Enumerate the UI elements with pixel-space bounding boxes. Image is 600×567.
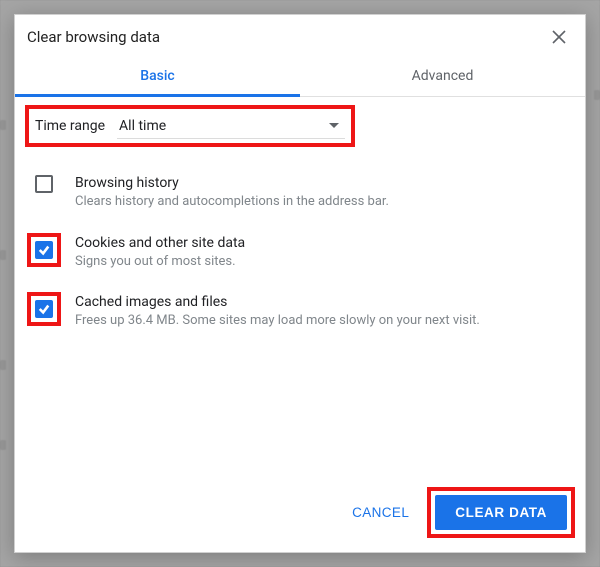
option-title: Cookies and other site data	[75, 235, 573, 251]
check-icon	[38, 303, 50, 315]
option-cookies: Cookies and other site data Signs you ou…	[25, 227, 575, 277]
option-title: Browsing history	[75, 175, 573, 191]
checkbox-cached[interactable]	[35, 300, 53, 318]
checkbox-container	[27, 233, 61, 267]
checkbox-container	[27, 292, 61, 326]
cancel-button[interactable]: CANCEL	[334, 495, 427, 530]
option-text: Cookies and other site data Signs you ou…	[75, 233, 573, 271]
tab-label: Advanced	[412, 68, 474, 84]
dialog-title: Clear browsing data	[27, 28, 545, 46]
tab-basic[interactable]: Basic	[15, 55, 300, 96]
time-range-value: All time	[119, 118, 166, 134]
dialog-header: Clear browsing data	[15, 15, 585, 55]
checkbox-browsing-history[interactable]	[35, 175, 53, 193]
option-browsing-history: Browsing history Clears history and auto…	[25, 167, 575, 217]
option-desc: Signs you out of most sites.	[75, 253, 573, 271]
check-icon	[38, 244, 50, 256]
chevron-down-icon	[329, 123, 339, 128]
checkbox-cookies[interactable]	[35, 241, 53, 259]
clear-browsing-data-dialog: Clear browsing data Basic Advanced Time …	[14, 14, 586, 553]
dialog-body: Time range All time Browsing history Cle…	[15, 97, 585, 477]
clear-button-highlight: CLEAR DATA	[427, 487, 575, 538]
dialog-footer: CANCEL CLEAR DATA	[15, 477, 585, 552]
time-range-row: Time range All time	[25, 105, 355, 147]
tab-advanced[interactable]: Advanced	[300, 55, 585, 96]
clear-data-button[interactable]: CLEAR DATA	[435, 495, 567, 530]
option-text: Cached images and files Frees up 36.4 MB…	[75, 292, 573, 330]
time-range-label: Time range	[35, 118, 105, 134]
option-title: Cached images and files	[75, 294, 573, 310]
tab-bar: Basic Advanced	[15, 55, 585, 97]
option-desc: Frees up 36.4 MB. Some sites may load mo…	[75, 312, 573, 330]
close-icon	[552, 30, 566, 44]
time-range-select[interactable]: All time	[117, 113, 345, 139]
close-button[interactable]	[545, 23, 573, 51]
tab-label: Basic	[140, 68, 174, 84]
option-desc: Clears history and autocompletions in th…	[75, 193, 573, 211]
option-text: Browsing history Clears history and auto…	[75, 173, 573, 211]
checkbox-container	[27, 173, 61, 193]
option-cached: Cached images and files Frees up 36.4 MB…	[25, 286, 575, 336]
